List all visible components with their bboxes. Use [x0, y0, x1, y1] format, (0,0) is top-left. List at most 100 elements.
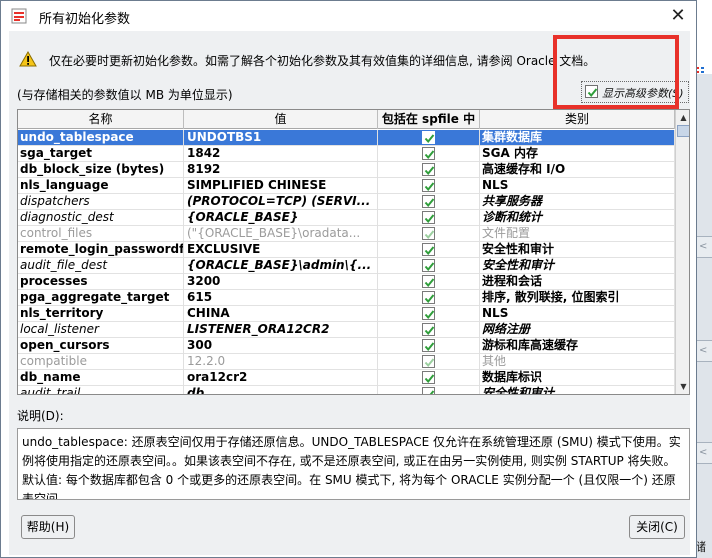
table-row[interactable]: diagnostic_dest {ORACLE_BASE} 诊断和统计	[18, 210, 675, 226]
spfile-checkbox[interactable]	[422, 307, 435, 320]
spfile-checkbox[interactable]	[422, 259, 435, 272]
background-button: <	[695, 236, 712, 258]
spfile-checkbox[interactable]	[422, 195, 435, 208]
param-value: LISTENER_ORA12CR2	[184, 322, 378, 338]
table-row[interactable]: db_block_size (bytes) 8192 高速缓存和 I/O	[18, 162, 675, 178]
spfile-cell	[378, 338, 480, 354]
spfile-checkbox[interactable]	[422, 147, 435, 160]
param-name: diagnostic_dest	[18, 210, 184, 226]
param-value: 300	[184, 338, 378, 354]
param-category: 安全性和审计	[480, 258, 675, 274]
table-row[interactable]: nls_language SIMPLIFIED CHINESE NLS	[18, 178, 675, 194]
spfile-checkbox[interactable]	[422, 243, 435, 256]
param-category: NLS	[480, 178, 675, 194]
dialog-content: 仅在必要时更新初始化参数。如需了解各个初始化参数及其有效值集的详细信息, 请参阅…	[9, 31, 690, 555]
param-value: UNDOTBS1	[184, 130, 378, 146]
param-value: {ORACLE_BASE}	[184, 210, 378, 226]
table-row[interactable]: nls_territory CHINA NLS	[18, 306, 675, 322]
param-value: 3200	[184, 274, 378, 290]
table-row[interactable]: sga_target 1842 SGA 内存	[18, 146, 675, 162]
spfile-cell	[378, 146, 480, 162]
column-header-category[interactable]: 类别	[480, 110, 675, 129]
initialization-parameters-dialog: 所有初始化参数 ✕ 仅在必要时更新初始化参数。如需了解各个初始化参数及其有效值集…	[0, 0, 697, 558]
table-row[interactable]: remote_login_passwordfile EXCLUSIVE 安全性和审计	[18, 242, 675, 258]
param-name: open_cursors	[18, 338, 184, 354]
table-row[interactable]: compatible 12.2.0 其他	[18, 354, 675, 370]
spfile-cell	[378, 162, 480, 178]
spfile-checkbox[interactable]	[422, 387, 435, 394]
spfile-cell	[378, 258, 480, 274]
table-header: 名称 值 包括在 spfile 中 类别	[18, 110, 675, 129]
show-advanced-checkbox[interactable]: 显示高级参数(S)	[581, 81, 689, 103]
param-name: dispatchers	[18, 194, 184, 210]
spfile-cell	[378, 194, 480, 210]
param-category: 诊断和统计	[480, 210, 675, 226]
table-row[interactable]: control_files ("{ORACLE_BASE}\oradata... 文…	[18, 226, 675, 242]
spfile-checkbox[interactable]	[422, 275, 435, 288]
spfile-cell	[378, 306, 480, 322]
spfile-checkbox[interactable]	[422, 355, 435, 368]
table-row[interactable]: processes 3200 进程和会话	[18, 274, 675, 290]
warning-icon	[19, 51, 37, 67]
column-header-value[interactable]: 值	[184, 110, 378, 129]
spfile-checkbox[interactable]	[422, 291, 435, 304]
unit-note: (与存储相关的参数值以 MB 为单位显示)	[17, 88, 233, 102]
spfile-checkbox[interactable]	[422, 227, 435, 240]
spfile-cell	[378, 178, 480, 194]
param-value: 12.2.0	[184, 354, 378, 370]
spfile-checkbox[interactable]	[422, 163, 435, 176]
param-value: CHINA	[184, 306, 378, 322]
param-category: 高速缓存和 I/O	[480, 162, 675, 178]
table-body: undo_tablespace UNDOTBS1 集群数据库 sga_target 18…	[18, 130, 675, 394]
table-row[interactable]: undo_tablespace UNDOTBS1 集群数据库	[18, 130, 675, 146]
dialog-title: 所有初始化参数	[39, 12, 131, 27]
spfile-checkbox[interactable]	[422, 211, 435, 224]
param-value: 8192	[184, 162, 378, 178]
spfile-checkbox[interactable]	[422, 131, 435, 144]
close-icon[interactable]: ✕	[663, 5, 693, 29]
table-row[interactable]: local_listener LISTENER_ORA12CR2 网络注册	[18, 322, 675, 338]
table-row[interactable]: dispatchers (PROTOCOL=TCP) (SERVI... 共享服务器	[18, 194, 675, 210]
help-button[interactable]: 帮助(H)	[21, 515, 75, 539]
param-category: SGA 内存	[480, 146, 675, 162]
param-category: 网络注册	[480, 322, 675, 338]
spfile-checkbox[interactable]	[422, 371, 435, 384]
spfile-checkbox[interactable]	[422, 339, 435, 352]
table-row[interactable]: open_cursors 300 游标和库高速缓存	[18, 338, 675, 354]
param-value: (PROTOCOL=TCP) (SERVI...	[184, 194, 378, 210]
param-name: db_block_size (bytes)	[18, 162, 184, 178]
spfile-cell	[378, 130, 480, 146]
scroll-up-icon[interactable]: ▲	[676, 110, 689, 125]
app-icon	[11, 8, 27, 24]
param-value: EXCLUSIVE	[184, 242, 378, 258]
param-name: pga_aggregate_target	[18, 290, 184, 306]
table-scrollbar[interactable]: ▲ ▼	[675, 110, 689, 394]
show-advanced-label: 显示高级参数(S)	[602, 87, 684, 100]
param-value: 1842	[184, 146, 378, 162]
param-value: db	[184, 386, 378, 394]
table-row[interactable]: pga_aggregate_target 615 排序, 散列联接, 位图索引	[18, 290, 675, 306]
param-value: SIMPLIFIED CHINESE	[184, 178, 378, 194]
param-name: undo_tablespace	[18, 130, 184, 146]
table-row[interactable]: audit_trail db 安全性和审计	[18, 386, 675, 394]
table-row[interactable]: audit_file_dest {ORACLE_BASE}\admin\{... 安…	[18, 258, 675, 274]
checkbox-icon[interactable]	[585, 85, 598, 98]
param-name: nls_territory	[18, 306, 184, 322]
table-row[interactable]: db_name ora12cr2 数据库标识	[18, 370, 675, 386]
spfile-checkbox[interactable]	[422, 323, 435, 336]
spfile-cell	[378, 354, 480, 370]
param-category: 安全性和审计	[480, 386, 675, 394]
param-category: 集群数据库	[480, 130, 675, 146]
scroll-down-icon[interactable]: ▼	[676, 379, 689, 394]
title-bar[interactable]: 所有初始化参数 ✕	[1, 1, 696, 31]
param-value: 615	[184, 290, 378, 306]
param-category: NLS	[480, 306, 675, 322]
param-category: 数据库标识	[480, 370, 675, 386]
param-category: 排序, 散列联接, 位图索引	[480, 290, 675, 306]
spfile-checkbox[interactable]	[422, 179, 435, 192]
column-header-spfile[interactable]: 包括在 spfile 中	[378, 110, 480, 129]
column-header-name[interactable]: 名称	[18, 110, 184, 129]
scroll-thumb[interactable]	[677, 125, 689, 137]
param-name: nls_language	[18, 178, 184, 194]
close-button[interactable]: 关闭(C)	[629, 515, 685, 539]
